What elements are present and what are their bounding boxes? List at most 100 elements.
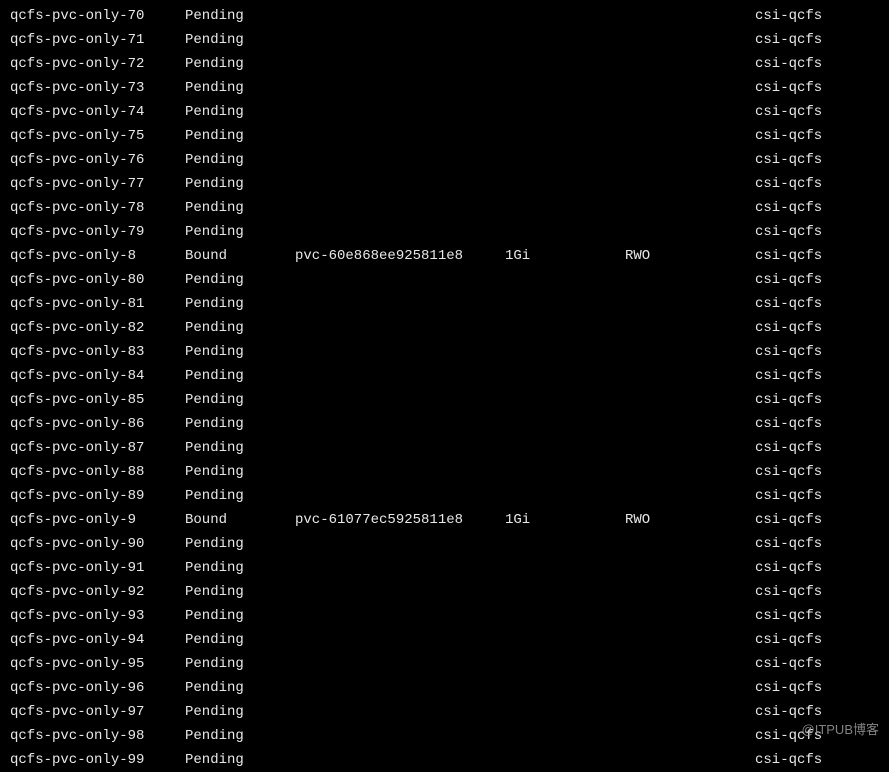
table-row: qcfs-pvc-only-82Pendingcsi-qcfs <box>10 316 879 340</box>
pvc-status: Pending <box>185 342 295 363</box>
pvc-storageclass: csi-qcfs <box>755 78 822 99</box>
pvc-name: qcfs-pvc-only-90 <box>10 534 185 555</box>
pvc-status: Bound <box>185 246 295 267</box>
pvc-storageclass: csi-qcfs <box>755 126 822 147</box>
pvc-name: qcfs-pvc-only-75 <box>10 126 185 147</box>
pvc-status: Pending <box>185 102 295 123</box>
pvc-storageclass: csi-qcfs <box>755 54 822 75</box>
pvc-status: Pending <box>185 294 295 315</box>
pvc-status: Pending <box>185 534 295 555</box>
table-row: qcfs-pvc-only-90Pendingcsi-qcfs <box>10 532 879 556</box>
pvc-name: qcfs-pvc-only-98 <box>10 726 185 747</box>
pvc-status: Pending <box>185 390 295 411</box>
table-row: qcfs-pvc-only-87Pending csi-qcfs <box>10 436 879 460</box>
pvc-name: qcfs-pvc-only-81 <box>10 294 185 315</box>
table-row: qcfs-pvc-only-78Pendingcsi-qcfs <box>10 196 879 220</box>
pvc-volume: pvc-61077ec5925811e8 <box>295 510 505 531</box>
pvc-storageclass: csi-qcfs <box>755 678 822 699</box>
table-row: qcfs-pvc-only-98Pendingcsi-qcfs <box>10 724 879 748</box>
table-row: qcfs-pvc-only-93Pendingcsi-qcfs <box>10 604 879 628</box>
pvc-name: qcfs-pvc-only-80 <box>10 270 185 291</box>
table-row: qcfs-pvc-only-81Pending csi-qcfs <box>10 292 879 316</box>
table-row: qcfs-pvc-only-80Pendingcsi-qcfs <box>10 268 879 292</box>
pvc-name: qcfs-pvc-only-76 <box>10 150 185 171</box>
table-row: qcfs-pvc-only-76Pendingcsi-qcfs <box>10 148 879 172</box>
pvc-name: qcfs-pvc-only-84 <box>10 366 185 387</box>
pvc-status: Pending <box>185 78 295 99</box>
pvc-storageclass: csi-qcfs <box>755 654 822 675</box>
pvc-name: qcfs-pvc-only-77 <box>10 174 185 195</box>
pvc-name: qcfs-pvc-only-83 <box>10 342 185 363</box>
pvc-name: qcfs-pvc-only-89 <box>10 486 185 507</box>
pvc-status: Pending <box>185 366 295 387</box>
pvc-status: Pending <box>185 750 295 771</box>
pvc-storageclass: csi-qcfs <box>755 294 822 315</box>
pvc-storageclass: csi-qcfs <box>755 30 822 51</box>
pvc-name: qcfs-pvc-only-93 <box>10 606 185 627</box>
table-row: qcfs-pvc-only-91Pendingcsi-qcfs <box>10 556 879 580</box>
table-row: qcfs-pvc-only-97Pendingcsi-qcfs <box>10 700 879 724</box>
pvc-name: qcfs-pvc-only-74 <box>10 102 185 123</box>
pvc-name: qcfs-pvc-only-87 <box>10 438 185 459</box>
pvc-access-mode: RWO <box>625 246 755 267</box>
pvc-storageclass: csi-qcfs <box>755 630 822 651</box>
pvc-name: qcfs-pvc-only-99 <box>10 750 185 771</box>
pvc-status: Pending <box>185 150 295 171</box>
pvc-name: qcfs-pvc-only-9 <box>10 510 185 531</box>
pvc-storageclass: csi-qcfs <box>755 366 822 387</box>
pvc-status: Pending <box>185 222 295 243</box>
table-row: qcfs-pvc-only-89Pending csi-qcfs <box>10 484 879 508</box>
pvc-storageclass: csi-qcfs <box>755 438 822 459</box>
pvc-name: qcfs-pvc-only-78 <box>10 198 185 219</box>
pvc-storageclass: csi-qcfs <box>755 318 822 339</box>
table-row: qcfs-pvc-only-85Pendingcsi-qcfs <box>10 388 879 412</box>
table-row: qcfs-pvc-only-88Pendingcsi-qcfs <box>10 460 879 484</box>
pvc-status: Bound <box>185 510 295 531</box>
pvc-status: Pending <box>185 438 295 459</box>
pvc-name: qcfs-pvc-only-85 <box>10 390 185 411</box>
table-row: qcfs-pvc-only-96Pendingcsi-qcfs <box>10 676 879 700</box>
pvc-status: Pending <box>185 30 295 51</box>
table-row: qcfs-pvc-only-94Pendingcsi-qcfs <box>10 628 879 652</box>
pvc-name: qcfs-pvc-only-73 <box>10 78 185 99</box>
pvc-storageclass: csi-qcfs <box>755 462 822 483</box>
pvc-status: Pending <box>185 630 295 651</box>
pvc-name: qcfs-pvc-only-86 <box>10 414 185 435</box>
pvc-status: Pending <box>185 678 295 699</box>
pvc-name: qcfs-pvc-only-95 <box>10 654 185 675</box>
pvc-status: Pending <box>185 726 295 747</box>
pvc-storageclass: csi-qcfs <box>755 414 822 435</box>
pvc-status: Pending <box>185 702 295 723</box>
pvc-status: Pending <box>185 606 295 627</box>
pvc-storageclass: csi-qcfs <box>755 246 822 267</box>
pvc-storageclass: csi-qcfs <box>755 510 822 531</box>
table-row: qcfs-pvc-only-83Pending csi-qcfs <box>10 340 879 364</box>
table-row: qcfs-pvc-only-70Pendingcsi-qcfs <box>10 4 879 28</box>
table-row: qcfs-pvc-only-84Pending csi-qcfs <box>10 364 879 388</box>
pvc-name: qcfs-pvc-only-92 <box>10 582 185 603</box>
pvc-storageclass: csi-qcfs <box>755 270 822 291</box>
pvc-status: Pending <box>185 582 295 603</box>
pvc-name: qcfs-pvc-only-72 <box>10 54 185 75</box>
pvc-name: qcfs-pvc-only-71 <box>10 30 185 51</box>
pvc-access-mode: RWO <box>625 510 755 531</box>
table-row: qcfs-pvc-only-75Pendingcsi-qcfs <box>10 124 879 148</box>
table-row: qcfs-pvc-only-8Boundpvc-60e868ee925811e8… <box>10 244 879 268</box>
pvc-status: Pending <box>185 414 295 435</box>
watermark-text: @ITPUB博客 <box>802 720 879 740</box>
terminal-output: qcfs-pvc-only-70Pendingcsi-qcfsqcfs-pvc-… <box>10 4 879 772</box>
pvc-storageclass: csi-qcfs <box>755 102 822 123</box>
pvc-storageclass: csi-qcfs <box>755 342 822 363</box>
pvc-storageclass: csi-qcfs <box>755 174 822 195</box>
pvc-name: qcfs-pvc-only-70 <box>10 6 185 27</box>
table-row: qcfs-pvc-only-86Pending csi-qcfs <box>10 412 879 436</box>
table-row: qcfs-pvc-only-73Pending csi-qcfs <box>10 76 879 100</box>
pvc-storageclass: csi-qcfs <box>755 486 822 507</box>
table-row: qcfs-pvc-only-92Pendingcsi-qcfs <box>10 580 879 604</box>
table-row: qcfs-pvc-only-72Pendingcsi-qcfs <box>10 52 879 76</box>
pvc-status: Pending <box>185 486 295 507</box>
pvc-status: Pending <box>185 318 295 339</box>
pvc-capacity: 1Gi <box>505 510 625 531</box>
table-row: qcfs-pvc-only-9Boundpvc-61077ec5925811e8… <box>10 508 879 532</box>
pvc-storageclass: csi-qcfs <box>755 750 822 771</box>
